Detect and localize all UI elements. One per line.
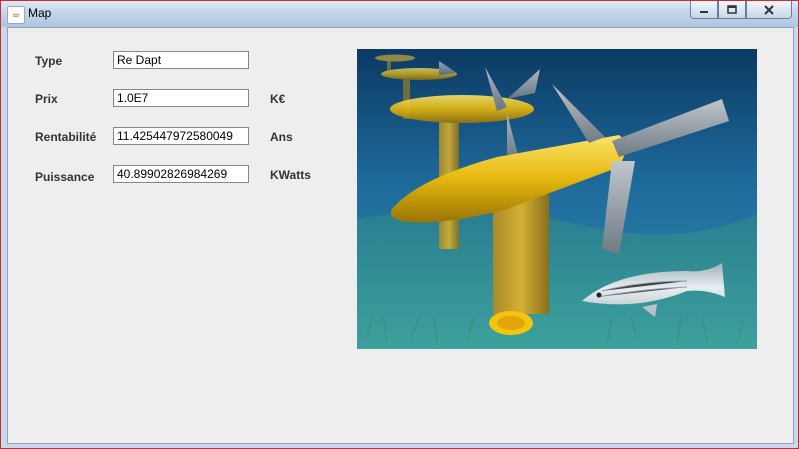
minimize-icon (700, 10, 708, 13)
turbine-picture (357, 49, 757, 349)
rentabilite-field[interactable]: 11.425447972580049 (113, 127, 249, 145)
type-field[interactable]: Re Dapt (113, 51, 249, 69)
window-title: Map (28, 6, 52, 20)
app-window: ☕ Map Type Re Dapt Prix 1.0E7 K€ Rentabi… (0, 0, 799, 449)
close-icon (764, 4, 774, 15)
puissance-field[interactable]: 40.89902826984269 (113, 165, 249, 183)
type-label: Type (35, 54, 63, 68)
prix-unit: K€ (270, 92, 286, 106)
maximize-button[interactable] (718, 1, 746, 19)
content-panel: Type Re Dapt Prix 1.0E7 K€ Rentabilité 1… (7, 27, 794, 444)
close-button[interactable] (746, 1, 792, 19)
caption-buttons (690, 1, 792, 19)
java-icon[interactable]: ☕ (7, 6, 25, 24)
minimize-button[interactable] (690, 1, 718, 19)
puissance-label: Puissance (35, 170, 95, 184)
rentabilite-unit: Ans (270, 130, 293, 144)
puissance-unit: KWatts (270, 168, 311, 182)
prix-label: Prix (35, 92, 58, 106)
rentabilite-label: Rentabilité (35, 130, 97, 144)
title-bar[interactable]: ☕ Map (1, 1, 798, 27)
prix-field[interactable]: 1.0E7 (113, 89, 249, 107)
maximize-icon (727, 5, 737, 14)
